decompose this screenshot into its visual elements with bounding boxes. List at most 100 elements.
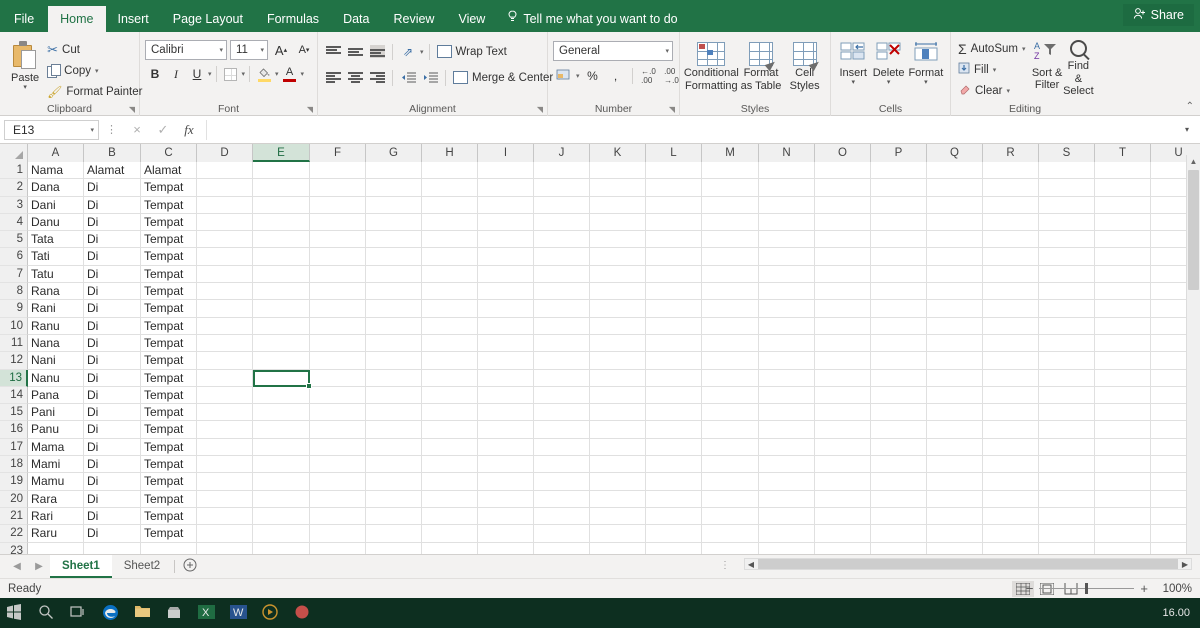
column-header-M[interactable]: M (702, 144, 759, 162)
cell-E7[interactable] (253, 265, 310, 284)
cell-I21[interactable] (478, 507, 534, 526)
cell-L14[interactable] (646, 386, 702, 405)
column-header-Q[interactable]: Q (927, 144, 983, 162)
cell-P6[interactable] (871, 248, 927, 266)
cell-R8[interactable] (983, 283, 1039, 301)
cell-N4[interactable] (759, 213, 815, 232)
cell-C12[interactable]: Tempat (141, 352, 197, 370)
cell-F7[interactable] (310, 265, 366, 284)
cell-L17[interactable] (646, 438, 702, 457)
formula-bar-handle[interactable]: ⋮ (99, 123, 124, 136)
cell-D1[interactable] (197, 162, 253, 180)
cell-L8[interactable] (646, 283, 702, 301)
cell-F1[interactable] (310, 162, 366, 180)
cell-D20[interactable] (197, 490, 253, 508)
cell-J3[interactable] (534, 196, 590, 214)
cell-T17[interactable] (1095, 438, 1151, 457)
cell-J1[interactable] (534, 162, 590, 180)
cell-O10[interactable] (815, 317, 871, 335)
cell-P16[interactable] (871, 421, 927, 439)
cell-L2[interactable] (646, 179, 702, 197)
cell-A18[interactable]: Mami (28, 456, 84, 474)
cell-E8[interactable] (253, 283, 310, 301)
cell-F12[interactable] (310, 352, 366, 370)
expand-formula-bar-button[interactable]: ▾ (1178, 125, 1196, 134)
cell-R12[interactable] (983, 352, 1039, 370)
cell-C23[interactable] (141, 542, 197, 554)
cell-Q9[interactable] (927, 300, 983, 318)
align-middle-button[interactable] (345, 42, 365, 62)
cell-Q17[interactable] (927, 438, 983, 457)
cell-M10[interactable] (702, 317, 759, 335)
cell-T3[interactable] (1095, 196, 1151, 214)
cell-E9[interactable] (253, 300, 310, 318)
cell-C9[interactable]: Tempat (141, 300, 197, 318)
cell-S23[interactable] (1039, 542, 1095, 554)
cell-B4[interactable]: Di (84, 213, 141, 232)
vertical-scroll-thumb[interactable] (1188, 170, 1199, 290)
row-header-14[interactable]: 14 (0, 386, 28, 405)
cell-C21[interactable]: Tempat (141, 507, 197, 526)
cell-J10[interactable] (534, 317, 590, 335)
cell-E2[interactable] (253, 179, 310, 197)
cell-J20[interactable] (534, 490, 590, 508)
cell-N17[interactable] (759, 438, 815, 457)
cell-O15[interactable] (815, 404, 871, 422)
cell-G4[interactable] (366, 213, 422, 232)
cell-D5[interactable] (197, 231, 253, 249)
cell-C5[interactable]: Tempat (141, 231, 197, 249)
cell-H8[interactable] (422, 283, 478, 301)
cell-B1[interactable]: Alamat (84, 162, 141, 180)
decrease-indent-button[interactable] (398, 68, 418, 88)
cell-P8[interactable] (871, 283, 927, 301)
cell-Q14[interactable] (927, 386, 983, 405)
cell-M2[interactable] (702, 179, 759, 197)
increase-font-size-button[interactable]: A ▴ (271, 40, 291, 60)
cell-C2[interactable]: Tempat (141, 179, 197, 197)
cell-E21[interactable] (253, 507, 310, 526)
find-select-button[interactable]: Find & Select (1063, 38, 1094, 98)
cell-B22[interactable]: Di (84, 525, 141, 543)
cell-O8[interactable] (815, 283, 871, 301)
cell-O1[interactable] (815, 162, 871, 180)
cell-F2[interactable] (310, 179, 366, 197)
tab-page-layout[interactable]: Page Layout (161, 6, 255, 32)
align-center-button[interactable] (345, 68, 365, 88)
cell-M1[interactable] (702, 162, 759, 180)
cell-L6[interactable] (646, 248, 702, 266)
cell-area[interactable]: Nama Alamat Alamat Dana Di Tempat Dani Di Tempat… (28, 162, 1200, 554)
cell-H11[interactable] (422, 334, 478, 353)
cell-H20[interactable] (422, 490, 478, 508)
cell-S11[interactable] (1039, 334, 1095, 353)
cell-Q20[interactable] (927, 490, 983, 508)
chevron-down-icon[interactable]: ▾ (242, 70, 246, 78)
cell-G10[interactable] (366, 317, 422, 335)
cell-T15[interactable] (1095, 404, 1151, 422)
cell-K18[interactable] (590, 456, 646, 474)
cell-H18[interactable] (422, 456, 478, 474)
cell-D10[interactable] (197, 317, 253, 335)
cell-S22[interactable] (1039, 525, 1095, 543)
cell-M5[interactable] (702, 231, 759, 249)
row-header-11[interactable]: 11 (0, 334, 28, 353)
cell-R1[interactable] (983, 162, 1039, 180)
column-header-S[interactable]: S (1039, 144, 1095, 162)
cell-C10[interactable]: Tempat (141, 317, 197, 335)
column-header-K[interactable]: K (590, 144, 646, 162)
cell-B10[interactable]: Di (84, 317, 141, 335)
cell-B14[interactable]: Di (84, 386, 141, 405)
scroll-up-arrow[interactable]: ▲ (1187, 155, 1200, 169)
cell-H21[interactable] (422, 507, 478, 526)
cell-M11[interactable] (702, 334, 759, 353)
cell-M6[interactable] (702, 248, 759, 266)
cell-L16[interactable] (646, 421, 702, 439)
cell-K21[interactable] (590, 507, 646, 526)
cell-N21[interactable] (759, 507, 815, 526)
cell-O5[interactable] (815, 231, 871, 249)
row-header-1[interactable]: 1 (0, 162, 28, 180)
cell-T11[interactable] (1095, 334, 1151, 353)
cell-C19[interactable]: Tempat (141, 473, 197, 491)
previous-sheet-button[interactable]: ◀ (6, 561, 28, 572)
copy-button[interactable]: Copy ▾ (45, 60, 144, 81)
cell-D23[interactable] (197, 542, 253, 554)
